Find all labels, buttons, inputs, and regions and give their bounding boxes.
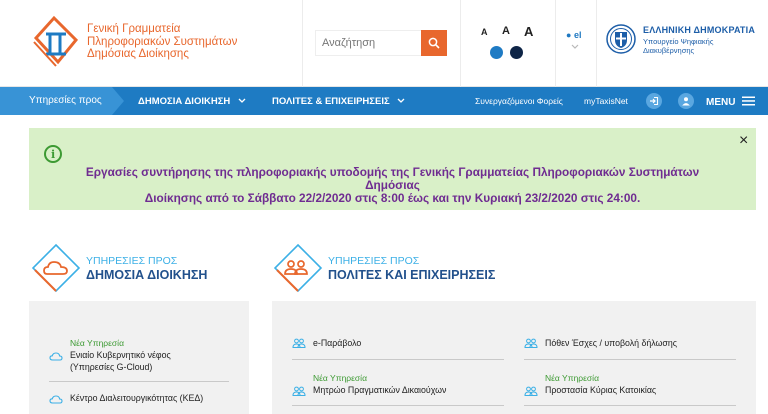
chevron-down-icon: [571, 44, 579, 49]
logo-line-1: Γενική Γραμματεία: [87, 23, 181, 35]
language-label: el: [573, 30, 582, 40]
public-admin-section-icon: [32, 243, 81, 293]
header-divider: [302, 0, 303, 87]
service-link-e-paravolo[interactable]: e-Παράβολο: [313, 337, 361, 349]
service-divider: [292, 405, 504, 406]
login-button[interactable]: [646, 93, 662, 109]
service-link-primary-residence[interactable]: Προστασία Κύριας Κατοικίας: [545, 384, 656, 396]
nav-item-public-administration[interactable]: ΔΗΜΟΣΙΑ ΔΙΟΙΚΗΣΗ: [138, 96, 246, 107]
cloud-icon: [49, 352, 63, 361]
globe-icon: ●: [566, 30, 572, 40]
citizens-pre-title: ΥΠΗΡΕΣΙΕΣ ΠΡΟΣ: [328, 255, 420, 267]
login-icon: [650, 96, 659, 106]
search-icon: [428, 37, 440, 49]
service-divider: [524, 359, 736, 360]
gsis-logo[interactable]: Γενική Γραμματεία Πληροφοριακών Συστημάτ…: [32, 14, 302, 74]
service-divider: [292, 359, 504, 360]
chevron-down-icon: [238, 98, 246, 103]
alert-message: Εργασίες συντήρησης της πληροφοριακής υπ…: [59, 166, 726, 205]
service-line: Ενιαίο Κυβερνητικό νέφος: [70, 350, 171, 360]
site-header: Γενική Γραμματεία Πληροφοριακών Συστημάτ…: [0, 0, 768, 87]
people-icon: [292, 386, 306, 396]
service-link-ked[interactable]: Κέντρο Διαλειτουργικότητας (ΚΕΔ): [70, 392, 203, 404]
nav-item-label: ΔΗΜΟΣΙΑ ΔΙΟΙΚΗΣΗ: [138, 96, 231, 107]
menu-label: MENU: [706, 97, 736, 108]
citizens-services-panel: e-Παράβολο Πόθεν Έσχες / υποβολή δήλωσης…: [272, 301, 756, 414]
nav-link-mytaxisnet[interactable]: myTaxisNet: [584, 96, 628, 106]
header-divider: [555, 0, 556, 87]
search-box: [315, 30, 447, 56]
new-service-badge: Νέα Υπηρεσία: [545, 373, 599, 383]
logo-text: Γενική Γραμματεία Πληροφοριακών Συστημάτ…: [87, 23, 237, 61]
public-admin-title[interactable]: ΔΗΜΟΣΙΑ ΔΙΟΙΚΗΣΗ: [86, 268, 207, 282]
service-link-beneficial-owners[interactable]: Μητρώο Πραγματικών Δικαιούχων: [313, 384, 446, 396]
nav-item-label: ΠΟΛΙΤΕΣ & ΕΠΙΧΕΙΡΗΣΕΙΣ: [272, 96, 390, 107]
header-divider: [596, 0, 597, 87]
language-selector[interactable]: ● el: [566, 30, 581, 40]
header-divider: [460, 0, 461, 87]
citizens-section-icon: [274, 243, 323, 293]
service-divider: [524, 405, 736, 406]
nav-link-partners[interactable]: Συνεργαζόμενοι Φορείς: [475, 96, 563, 106]
cloud-icon: [49, 395, 63, 404]
font-size-controls: A A A: [478, 24, 538, 40]
nav-item-citizens-business[interactable]: ΠΟΛΙΤΕΣ & ΕΠΙΧΕΙΡΗΣΕΙΣ: [272, 96, 405, 107]
menu-button[interactable]: MENU: [706, 96, 756, 108]
people-icon: [524, 338, 538, 348]
services-for-label: Υπηρεσίες προς: [0, 87, 112, 115]
alert-line-2: Διοίκησης από το Σάββατο 22/2/2020 στις …: [144, 191, 641, 205]
gov-subtitle: Υπουργείο Ψηφιακής Διακυβέρνησης: [643, 37, 713, 55]
close-icon[interactable]: ×: [739, 132, 748, 150]
service-link-pothen-esches[interactable]: Πόθεν Έσχες / υποβολή δήλωσης: [545, 337, 677, 349]
maintenance-alert: i × Εργασίες συντήρησης της πληροφοριακή…: [29, 128, 756, 210]
gov-subtitle-line-2: Διακυβέρνησης: [643, 46, 695, 55]
public-admin-pre-title: ΥΠΗΡΕΣΙΕΣ ΠΡΟΣ: [86, 255, 178, 267]
user-account-button[interactable]: [678, 93, 694, 109]
service-link-g-cloud[interactable]: Ενιαίο Κυβερνητικό νέφος (Υπηρεσίες G-Cl…: [70, 349, 171, 373]
service-divider: [49, 381, 229, 382]
search-input[interactable]: [316, 31, 422, 55]
people-icon: [524, 386, 538, 396]
logo-line-3: Δημόσιας Διοίκησης: [87, 48, 189, 60]
font-size-medium-button[interactable]: A: [502, 25, 510, 37]
public-admin-services-panel: Νέα Υπηρεσία Ενιαίο Κυβερνητικό νέφος (Υ…: [29, 301, 249, 414]
gov-subtitle-line-1: Υπουργείο Ψηφιακής: [643, 37, 714, 46]
info-icon: i: [44, 145, 62, 163]
search-button[interactable]: [421, 30, 447, 56]
user-icon: [682, 97, 690, 106]
contrast-dark-button[interactable]: [510, 46, 523, 59]
logo-line-2: Πληροφοριακών Συστημάτων: [87, 35, 238, 48]
service-line: (Υπηρεσίες G-Cloud): [70, 362, 153, 372]
contrast-blue-button[interactable]: [490, 46, 503, 59]
nav-arrow-decoration: [112, 87, 124, 115]
gsis-logo-icon: [33, 15, 79, 67]
hamburger-icon: [742, 96, 756, 106]
services-for-text: Υπηρεσίες προς: [29, 95, 102, 106]
alert-line-1: Εργασίες συντήρησης της πληροφοριακής υπ…: [85, 165, 700, 192]
new-service-badge: Νέα Υπηρεσία: [313, 373, 367, 383]
citizens-title[interactable]: ΠΟΛΙΤΕΣ ΚΑΙ ΕΠΙΧΕΙΡΗΣΕΙΣ: [328, 268, 495, 282]
greek-emblem-icon: [606, 24, 636, 54]
chevron-down-icon: [397, 98, 405, 103]
font-size-large-button[interactable]: A: [524, 24, 533, 39]
new-service-badge: Νέα Υπηρεσία: [70, 338, 124, 348]
font-size-small-button[interactable]: A: [481, 27, 488, 37]
hellenic-republic-logo[interactable]: ΕΛΛΗΝΙΚΗ ΔΗΜΟΚΡΑΤΙΑ Υπουργείο Ψηφιακής Δ…: [605, 22, 755, 62]
gov-title: ΕΛΛΗΝΙΚΗ ΔΗΜΟΚΡΑΤΙΑ: [643, 25, 756, 35]
people-icon: [292, 338, 306, 348]
